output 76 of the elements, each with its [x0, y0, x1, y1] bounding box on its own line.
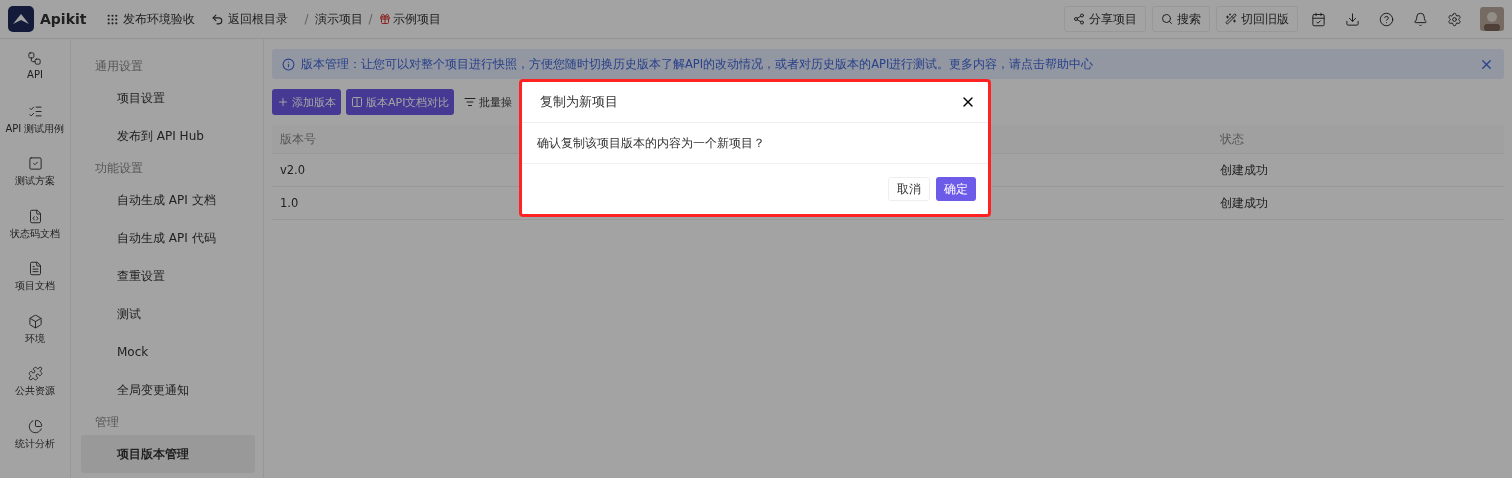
menu-group-label: 功能设置 [94, 159, 144, 177]
table-cell: v2.0 [280, 163, 306, 177]
nav-label: API 测试用例 [5, 121, 65, 136]
columns-icon [351, 96, 363, 108]
table-cell: 创建成功 [1220, 195, 1268, 211]
menu-item[interactable]: 测试 [81, 295, 255, 333]
search-icon [1161, 13, 1173, 25]
column-header: 版本号 [280, 131, 316, 147]
menu-item[interactable]: Mock [81, 333, 255, 371]
gift-icon [378, 13, 391, 25]
menu-item[interactable]: 自动生成 API 文档 [81, 181, 255, 219]
nav-label: API [27, 69, 43, 80]
nav-label: 公共资源 [15, 384, 55, 398]
share-button[interactable]: 分享项目 [1064, 6, 1146, 32]
breadcrumb-separator: / [368, 12, 373, 26]
toolbar-button[interactable]: 版本API文档对比 [346, 89, 455, 115]
nav-item[interactable]: 统计分析 [15, 418, 55, 471]
nav-item[interactable]: 环境 [25, 313, 45, 366]
breadcrumb-separator: / [304, 12, 309, 26]
nav-item[interactable]: 项目文档 [15, 261, 55, 314]
wand-button[interactable]: 切回旧版 [1216, 6, 1298, 32]
cube-icon [27, 313, 43, 329]
nav-label: 统计分析 [15, 436, 55, 451]
back-to-root-link[interactable]: 返回根目录 [211, 10, 289, 28]
api-icon [27, 51, 43, 66]
puzzle-icon [27, 366, 43, 381]
code-file-icon [27, 208, 43, 224]
alert-text: 版本管理：让您可以对整个项目进行快照，方便您随时切换历史版本了解API的改动情况，或者对历史版本的API进行测试。更多内容，请点击帮助中心 [301, 56, 1095, 72]
logo [8, 6, 34, 32]
toolbar-button[interactable]: 添加版本 [272, 89, 341, 115]
search-button[interactable]: 搜索 [1152, 6, 1210, 32]
plus-icon [277, 96, 289, 108]
checkbox-icon [27, 156, 43, 171]
share-icon [1073, 13, 1085, 25]
column-header: 状态 [1220, 131, 1244, 147]
table-cell: 创建成功 [1220, 162, 1268, 178]
menu-item[interactable]: 项目设置 [81, 79, 255, 117]
dialog-title: 复制为新项目 [540, 93, 618, 111]
nav-label: 状态码文档 [10, 226, 60, 241]
breadcrumb-item[interactable]: 示例项目 [378, 10, 441, 28]
menu-item[interactable]: 查重设置 [81, 257, 255, 295]
pie-chart-icon [27, 418, 43, 434]
nav-item[interactable]: API [27, 51, 43, 104]
confirm-button[interactable]: 确定 [936, 177, 976, 201]
menu-item[interactable]: 自动生成 API 代码 [81, 219, 255, 257]
undo-icon [211, 12, 225, 26]
brand-name: Apikit [40, 11, 87, 27]
table-cell: 1.0 [280, 196, 299, 210]
help-icon[interactable] [1378, 11, 1394, 27]
checklist-icon [27, 103, 43, 119]
menu-item[interactable]: 发布到 API Hub [81, 117, 255, 155]
download-icon[interactable] [1344, 11, 1360, 27]
breadcrumb-item[interactable]: 演示项目 [314, 10, 363, 28]
dialog-message: 确认复制该项目版本的内容为一个新项目？ [537, 135, 765, 151]
list-icon [464, 96, 477, 108]
menu-group-label: 通用设置 [94, 57, 144, 75]
menu-item[interactable]: 全局变更通知 [81, 371, 255, 409]
nav-item[interactable]: 状态码文档 [10, 208, 60, 261]
nav-item[interactable]: 公共资源 [15, 366, 55, 419]
nav-item[interactable]: API 测试用例 [5, 103, 65, 156]
settings-icon[interactable] [1446, 11, 1462, 27]
nav-label: 测试方案 [15, 174, 55, 188]
grid-icon [106, 12, 120, 26]
menu-item[interactable]: 项目版本管理 [81, 435, 255, 473]
nav-item[interactable]: 测试方案 [15, 156, 55, 209]
nav-label: 项目文档 [15, 279, 55, 293]
calendar-icon[interactable] [1310, 11, 1326, 27]
cancel-button[interactable]: 取消 [888, 177, 930, 201]
info-icon [282, 57, 295, 71]
bell-icon[interactable] [1412, 11, 1428, 27]
avatar[interactable] [1480, 7, 1504, 31]
environment-link[interactable]: 发布环境验收 [106, 10, 196, 28]
menu-group-label: 管理 [94, 413, 120, 431]
nav-label: 环境 [25, 331, 45, 346]
document-icon [27, 261, 43, 276]
wand-icon [1225, 13, 1237, 25]
